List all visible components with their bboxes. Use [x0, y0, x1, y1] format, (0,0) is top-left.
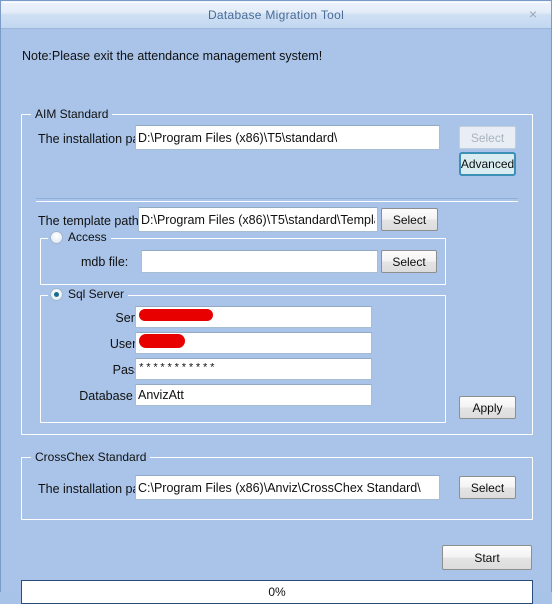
sql-server-group: Sql Server Server IP: Username: Password… — [40, 287, 446, 423]
password-input[interactable]: *********** — [135, 358, 372, 380]
advanced-button[interactable]: Advanced — [459, 152, 516, 176]
note-text: Note:Please exit the attendance manageme… — [22, 49, 323, 63]
crosschex-select-button[interactable]: Select — [459, 476, 516, 499]
access-radio-row[interactable]: Access — [48, 230, 111, 244]
access-group: Access mdb file: Select — [40, 230, 446, 285]
start-button[interactable]: Start — [442, 545, 532, 570]
titlebar-highlight — [3, 2, 549, 3]
dialog-window: Database Migration Tool × Note:Please ex… — [0, 0, 552, 604]
sql-server-radio[interactable] — [50, 287, 63, 301]
aim-section-divider — [36, 198, 518, 202]
close-icon[interactable]: × — [523, 4, 543, 24]
aim-install-select-button[interactable]: Select — [459, 126, 516, 149]
aim-template-select-button[interactable]: Select — [381, 208, 438, 231]
crosschex-group: CrossChex Standard The installation pa C… — [21, 450, 533, 520]
title-bar: Database Migration Tool × — [1, 1, 551, 29]
progress-bar: 0% — [21, 580, 533, 604]
aim-standard-group-title: AIM Standard — [31, 107, 113, 121]
aim-standard-group: AIM Standard The installation pa D:\Prog… — [21, 107, 533, 435]
crosschex-group-title: CrossChex Standard — [31, 450, 151, 464]
database-name-input[interactable]: AnvizAtt — [135, 384, 372, 406]
window-title: Database Migration Tool — [207, 7, 345, 22]
mdb-file-label: mdb file: — [81, 255, 129, 269]
crosschex-install-input[interactable]: C:\Program Files (x86)\Anviz\CrossChex S… — [135, 475, 440, 500]
username-redaction — [139, 334, 185, 348]
server-ip-redaction — [139, 309, 213, 321]
progress-label: 0% — [268, 585, 286, 599]
access-group-title: Access — [68, 230, 107, 244]
mdb-select-button[interactable]: Select — [381, 250, 437, 273]
aim-template-path-input[interactable]: D:\Program Files (x86)\T5\standard\Templ… — [138, 207, 378, 232]
aim-install-path-input[interactable]: D:\Program Files (x86)\T5\standard\ — [135, 125, 440, 150]
mdb-file-input[interactable] — [141, 250, 378, 273]
sql-server-group-title: Sql Server — [68, 287, 125, 301]
sql-server-radio-row[interactable]: Sql Server — [48, 287, 129, 301]
dialog-body: Note:Please exit the attendance manageme… — [1, 29, 551, 604]
access-radio[interactable] — [50, 230, 63, 244]
apply-button[interactable]: Apply — [459, 396, 516, 419]
